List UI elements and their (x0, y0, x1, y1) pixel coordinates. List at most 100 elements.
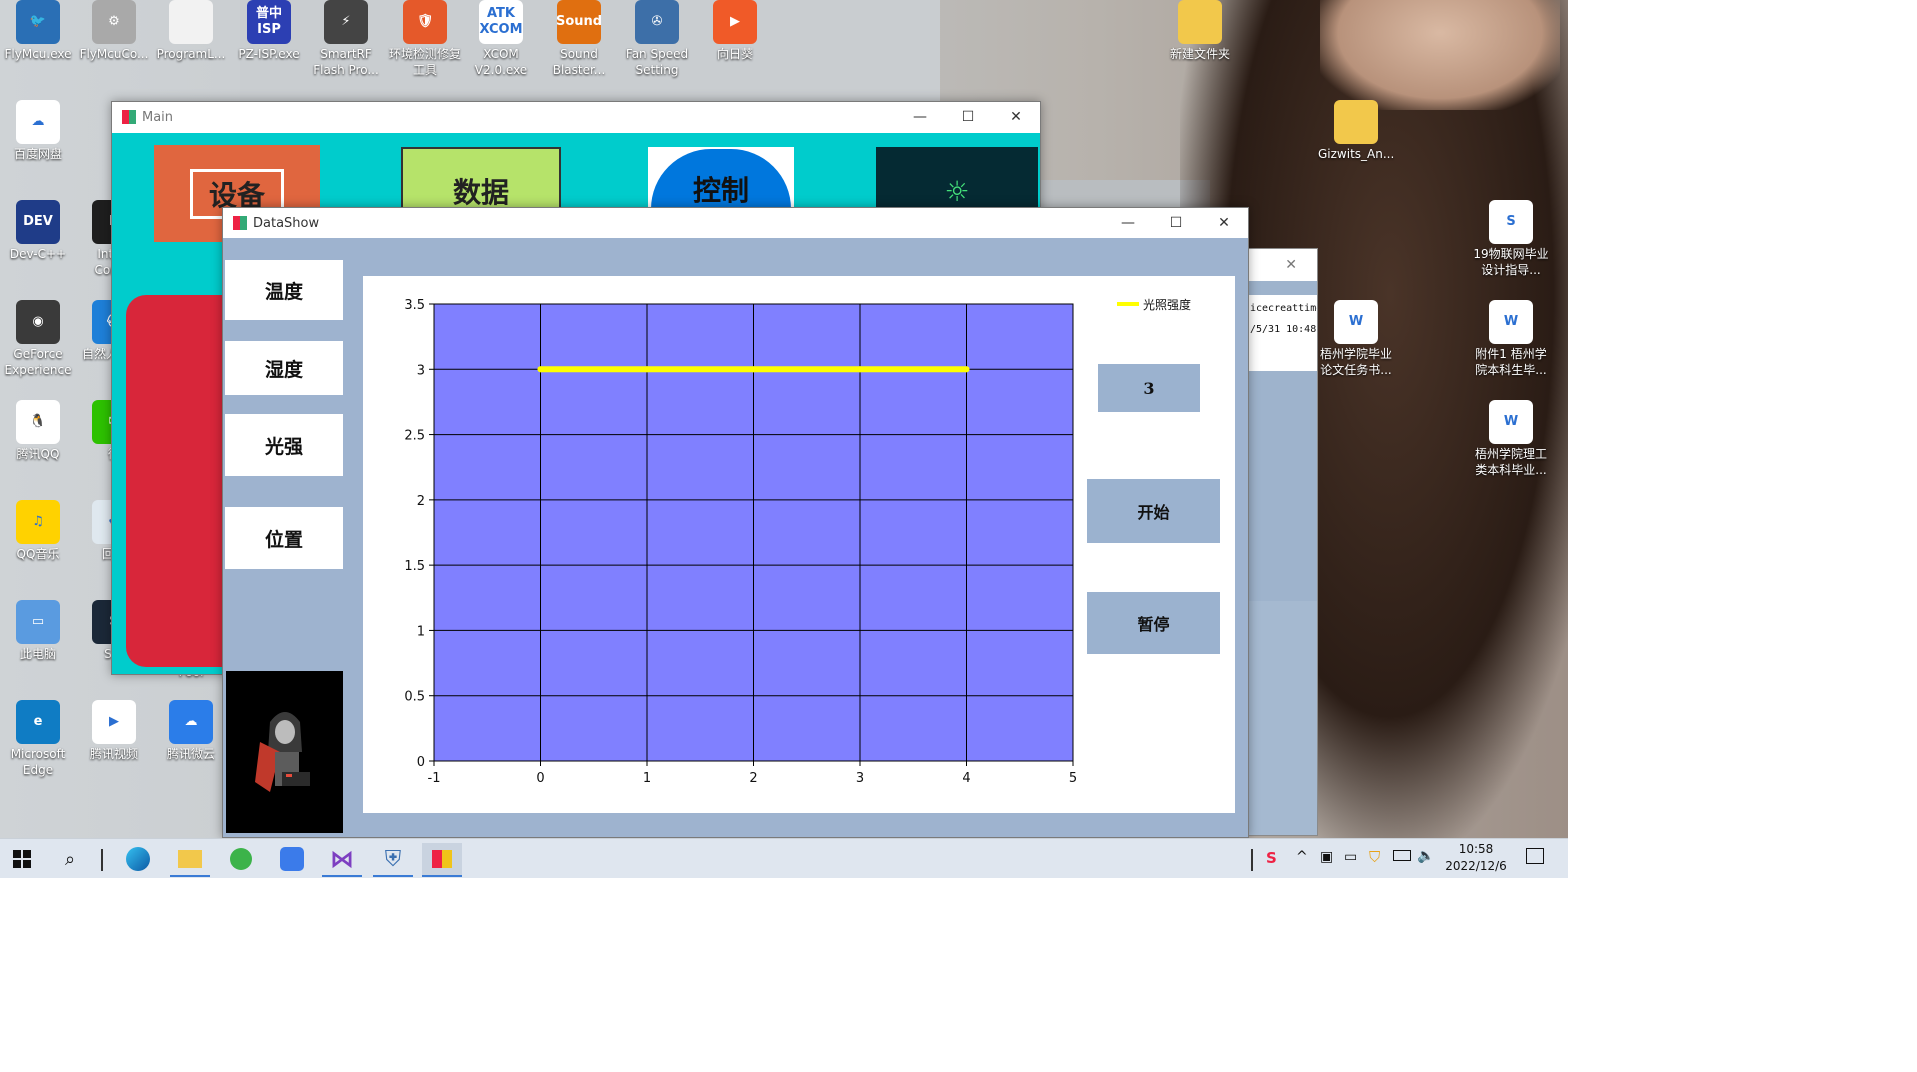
desktop-icon-programl[interactable]: ProgramL... (153, 0, 229, 62)
search-button[interactable]: ⌕ (50, 843, 90, 875)
desktop-icon-geforce[interactable]: ◉ GeForce Experience (0, 300, 76, 378)
notification-icon[interactable] (1526, 848, 1544, 864)
tile-data[interactable]: 数据 (401, 147, 561, 213)
tile-control-label: 控制 (692, 174, 749, 207)
desktop-icon-docwuzhou2[interactable]: W 梧州学院理工类本科毕业... (1473, 400, 1549, 478)
doc19-icon: S (1489, 200, 1533, 244)
desktop-icon-huanjing[interactable]: 🛡 环境检测修复工具 (387, 0, 463, 78)
tile-light[interactable]: ☼ (876, 147, 1038, 209)
desktop-icon-label: 19物联网毕业设计指导... (1473, 247, 1549, 277)
desktop-icon-baiduwangpan[interactable]: ☁ 百度网盘 (0, 100, 76, 162)
devcpp-icon: DEV (16, 200, 60, 244)
app-icon (122, 110, 136, 124)
taskbar-winforms-app[interactable] (422, 843, 462, 877)
temperature-button[interactable]: 温度 (225, 260, 343, 320)
shield-icon: ⛨ (384, 846, 402, 872)
desktop-icon-newfolder[interactable]: 新建文件夹 (1162, 0, 1238, 62)
desktop-icon-flymcuco[interactable]: ⚙ FlyMcuCo... (76, 0, 152, 62)
tray-icon[interactable]: ▣ (1320, 849, 1333, 865)
desktop-icon-soundblaster[interactable]: Sound Sound Blaster... (541, 0, 617, 78)
x-tick-label: 5 (1069, 771, 1077, 786)
desktop-icon-label: 百度网盘 (13, 147, 62, 161)
desktop-icon-smartrf[interactable]: ⚡ SmartRF Flash Pro... (308, 0, 384, 78)
desktop-icon-label: Microsoft Edge (10, 747, 66, 777)
desktop-icon-label: GeForce Experience (4, 347, 72, 377)
desktop-icon-label: 腾讯视频 (89, 747, 138, 761)
desktop-icon-label: 附件1 梧州学院本科生毕... (1475, 347, 1547, 377)
desktop-icon-gizwits[interactable]: Gizwits_An... (1318, 100, 1394, 162)
baiduwangpan-icon: ☁ (16, 100, 60, 144)
minimize-button[interactable]: — (896, 102, 944, 132)
desktop-icon-edge[interactable]: e Microsoft Edge (0, 700, 76, 778)
taskbar-browser[interactable] (221, 843, 261, 875)
y-tick-label: 1.5 (404, 559, 425, 574)
app-icon (432, 850, 452, 868)
taskbar-visualstudio[interactable]: ⋈ (322, 843, 362, 877)
desktop-icon-doc19[interactable]: S 19物联网毕业设计指导... (1473, 200, 1549, 278)
humidity-button[interactable]: 湿度 (225, 341, 343, 395)
desktop-icon-tencentweiyun[interactable]: ☁ 腾讯微云 (153, 700, 229, 762)
desktop-icon-fanspeed[interactable]: ✇ Fan Speed Setting (619, 0, 695, 78)
desktop-icon-label: FlyMcuCo... (79, 47, 149, 61)
taskbar-feishu[interactable] (272, 843, 312, 875)
desktop-icon-docfujian[interactable]: W 附件1 梧州学院本科生毕... (1473, 300, 1549, 378)
chevron-up-icon[interactable]: ^ (1296, 849, 1308, 865)
close-icon[interactable]: ✕ (1285, 257, 1297, 273)
location-button[interactable]: 位置 (225, 507, 343, 569)
maximize-button[interactable]: ☐ (944, 102, 992, 132)
desktop-icon-tencentqq[interactable]: 🐧 腾讯QQ (0, 400, 76, 462)
network-icon[interactable]: ▭ (1344, 849, 1357, 865)
minimize-button[interactable]: — (1104, 208, 1152, 238)
start-button[interactable] (2, 843, 42, 875)
desktop-icon-flymcu[interactable]: 🐦 FlyMcu.exe (0, 0, 76, 62)
taskbar-explorer[interactable] (170, 843, 210, 877)
data-point (644, 366, 650, 373)
y-tick-label: 2.5 (404, 429, 425, 444)
datashow-window: DataShow — ☐ ✕ 温度 湿度 光强 位置 -1 0 1 2 3 4 5 0 0.5 1… (222, 207, 1249, 838)
taskbar-security[interactable]: ⛨ (373, 843, 413, 877)
docfujian-icon: W (1489, 300, 1533, 344)
desktop-icon-tencentvideo[interactable]: ▶ 腾讯视频 (76, 700, 152, 762)
taskbar-divider (1251, 849, 1253, 871)
taskbar-edge[interactable] (118, 843, 158, 875)
desktop-icon-qqmusic[interactable]: ♫ QQ音乐 (0, 500, 76, 562)
start-button[interactable]: 开始 (1087, 479, 1220, 543)
maximize-button[interactable]: ☐ (1152, 208, 1200, 238)
main-title-bar: Main — ☐ ✕ (112, 102, 1040, 132)
desktop-icon-docwuzhou1[interactable]: W 梧州学院毕业论文任务书... (1318, 300, 1394, 378)
desktop-icon-thispc[interactable]: ▭ 此电脑 (0, 600, 76, 662)
soundblaster-icon: Sound (556, 0, 602, 44)
desktop-icon-devcpp[interactable]: DEV Dev-C++ (0, 200, 76, 262)
clock[interactable]: 10:58 2022/12/6 (1440, 841, 1512, 875)
pause-button[interactable]: 暂停 (1087, 592, 1220, 654)
y-tick-label: 2 (417, 494, 425, 509)
geforce-icon: ◉ (16, 300, 60, 344)
edge-icon: e (16, 700, 60, 744)
clock-time: 10:58 (1458, 842, 1494, 856)
x-tick-label: 0 (536, 771, 544, 786)
tencentqq-icon: 🐧 (16, 400, 60, 444)
qqmusic-icon: ♫ (16, 500, 60, 544)
volume-icon[interactable]: 🔈 (1417, 848, 1434, 864)
close-button[interactable]: ✕ (992, 102, 1040, 132)
battery-icon[interactable] (1393, 850, 1411, 861)
desktop-icon-xcom[interactable]: ATK XCOM XCOM V2.0.exe (463, 0, 539, 78)
flymcuco-icon: ⚙ (92, 0, 136, 44)
x-tick-label: 2 (749, 771, 757, 786)
x-tick-label: 1 (643, 771, 651, 786)
light-button[interactable]: 光强 (225, 414, 343, 476)
app-icon (233, 216, 247, 230)
desktop-icon-label: SmartRF Flash Pro... (313, 47, 379, 77)
tile-control[interactable]: 控制 (648, 147, 794, 209)
desktop-icon-xiangrikui[interactable]: ▶ 向日葵 (697, 0, 773, 62)
legend-label: 光照强度 (1143, 297, 1191, 312)
security-tray-icon[interactable]: ⛉ (1369, 848, 1380, 866)
desktop-icon-pzisp[interactable]: 普中ISP PZ-ISP.exe (231, 0, 307, 62)
desktop-icon-label: 此电脑 (19, 647, 56, 661)
x-tick-label: 4 (962, 771, 970, 786)
desktop-icon-label: Sound Blaster... (552, 47, 606, 77)
input-method-icon[interactable]: S (1266, 849, 1277, 867)
close-button[interactable]: ✕ (1200, 208, 1248, 238)
desktop-icon-label: Fan Speed Setting (625, 47, 689, 77)
hacker-figure-icon (254, 712, 310, 792)
